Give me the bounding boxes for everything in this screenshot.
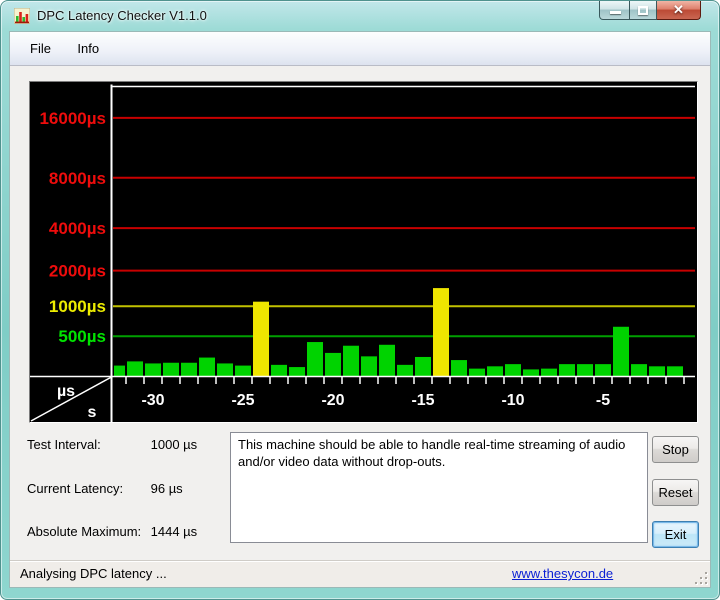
stat-absolute-maximum: Absolute Maximum: 1444 µs (27, 524, 197, 539)
client-area: File Info 16000µs 8000µs 4000µs 2000µs 1000µ… (9, 31, 711, 588)
latency-chart: 16000µs 8000µs 4000µs 2000µs 1000µs 500µs -30 -… (29, 81, 698, 423)
svg-text:-25: -25 (231, 392, 254, 409)
stat-label: Current Latency: (27, 481, 147, 496)
title-bar[interactable]: DPC Latency Checker V1.1.0 ✕ (1, 1, 719, 31)
svg-text:16000µs: 16000µs (39, 109, 106, 128)
stop-button[interactable]: Stop (652, 436, 699, 463)
stat-label: Test Interval: (27, 437, 147, 452)
window-title: DPC Latency Checker V1.1.0 (37, 1, 207, 31)
caption-buttons: ✕ (599, 1, 701, 21)
status-message: Analysing DPC latency ... (20, 561, 167, 587)
exit-button[interactable]: Exit (652, 521, 699, 548)
maximize-button[interactable] (630, 1, 657, 20)
stat-value: 1444 µs (151, 524, 198, 539)
app-window: DPC Latency Checker V1.1.0 ✕ File Info 1… (0, 0, 720, 600)
stat-current-latency: Current Latency: 96 µs (27, 481, 183, 496)
resize-grip-icon[interactable] (694, 571, 707, 584)
close-icon: ✕ (657, 2, 700, 18)
svg-text:-15: -15 (411, 392, 434, 409)
thesycon-link[interactable]: www.thesycon.de (512, 561, 613, 587)
svg-text:s: s (88, 404, 97, 421)
svg-text:µs: µs (57, 383, 75, 400)
menu-bar: File Info (10, 32, 710, 66)
status-bar: Analysing DPC latency ... www.thesycon.d… (10, 560, 710, 587)
svg-text:8000µs: 8000µs (49, 169, 106, 188)
minimize-icon (610, 11, 621, 14)
svg-text:-30: -30 (141, 392, 164, 409)
maximize-icon (638, 6, 648, 15)
stat-test-interval: Test Interval: 1000 µs (27, 437, 197, 452)
menu-info[interactable]: Info (66, 39, 110, 58)
stat-label: Absolute Maximum: (27, 524, 147, 539)
close-button[interactable]: ✕ (657, 1, 701, 20)
svg-text:-5: -5 (596, 392, 610, 409)
analysis-message-box: This machine should be able to handle re… (230, 432, 648, 543)
stat-value: 96 µs (151, 481, 183, 496)
app-icon (14, 8, 30, 24)
svg-text:4000µs: 4000µs (49, 219, 106, 238)
stat-value: 1000 µs (151, 437, 198, 452)
reset-button[interactable]: Reset (652, 479, 699, 506)
svg-text:1000µs: 1000µs (49, 297, 106, 316)
svg-text:-20: -20 (321, 392, 344, 409)
menu-file[interactable]: File (19, 39, 62, 58)
svg-text:2000µs: 2000µs (49, 262, 106, 281)
minimize-button[interactable] (599, 1, 630, 20)
svg-text:-10: -10 (501, 392, 524, 409)
svg-text:500µs: 500µs (58, 327, 106, 346)
